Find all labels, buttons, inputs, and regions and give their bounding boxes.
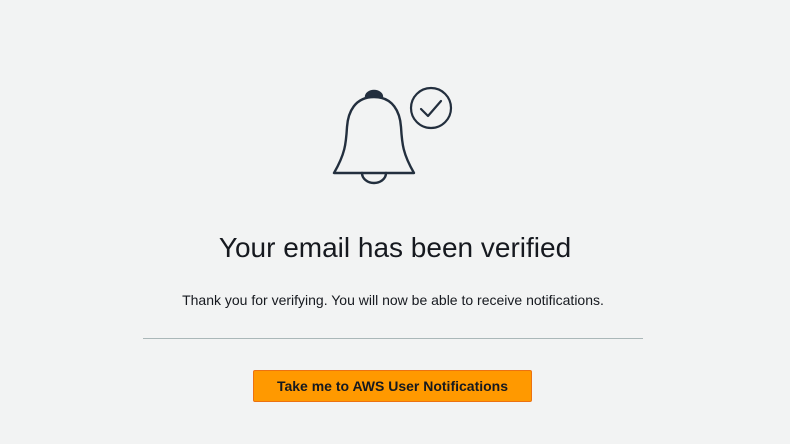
page-title: Your email has been verified xyxy=(218,232,572,263)
bell-icon xyxy=(332,89,416,185)
verified-illustration xyxy=(325,82,465,192)
divider xyxy=(143,338,643,339)
aws-user-notifications-button[interactable]: Take me to AWS User Notifications xyxy=(253,370,532,402)
check-circle-icon xyxy=(409,86,453,130)
confirmation-message: Thank you for verifying. You will now be… xyxy=(182,292,604,308)
bell-illustration xyxy=(332,86,453,185)
verification-page: Your email has been verified Thank you f… xyxy=(0,0,790,444)
